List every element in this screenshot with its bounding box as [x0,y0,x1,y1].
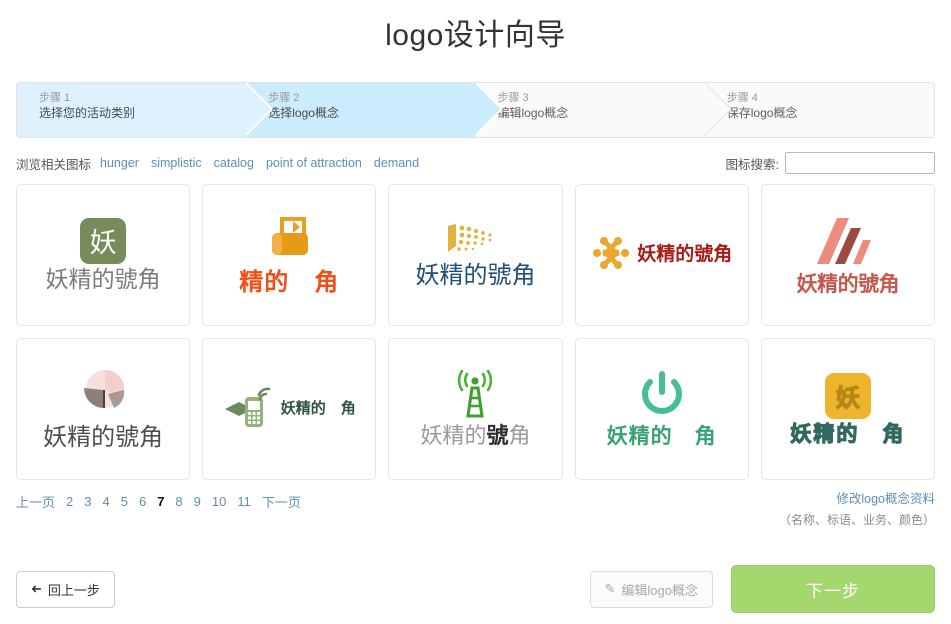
logo-brand-text: 妖精的 角 [790,421,906,446]
mobile-mail-icon [223,385,275,434]
logo-brand-text: 妖精的 角 [280,399,356,418]
logo-card-6[interactable]: 妖精的號角 [16,338,191,480]
shopping-bag-icon [260,215,318,270]
pagination: 上一页 2 3 4 5 6 7 8 9 10 11 下一页 [16,490,312,511]
back-button-label: 回上一步 [47,582,100,598]
pencil-icon: ✎ [604,581,616,596]
pagination-page-5[interactable]: 5 [121,494,128,509]
pagination-next[interactable]: 下一页 [262,492,301,511]
pagination-page-11[interactable]: 11 [237,494,251,509]
back-button[interactable]: ➜ 回上一步 [16,570,115,608]
logo-brand-text-part2: 角 [508,423,531,449]
step-number: 步骤 2 [268,92,300,104]
tag-link-point-of-attraction[interactable]: point of attraction [266,156,362,170]
logo-brand-text-part1: 妖精的 [420,423,487,449]
footer-actions: ➜ 回上一步 ✎ 编辑logo概念 下一步 [0,564,951,614]
pagination-page-2[interactable]: 2 [66,494,73,509]
knot-icon [591,233,631,278]
logo-brand-text: 妖精的號角 [420,425,530,448]
pagination-page-10[interactable]: 10 [212,494,226,509]
pagination-prev[interactable]: 上一页 [16,492,55,511]
logo-concept-grid: 妖 妖精的號角 精的 角 妖精的號角 妖精的號角 妖精的號角 妖精的號角 妖精的… [16,184,935,480]
step-label: 选择您的活动类别 [39,106,136,120]
step-item-4[interactable]: 步骤 4 保存logo概念 [704,83,934,137]
modify-concept-link[interactable]: 修改logo概念资料 [779,490,935,508]
icon-search-input[interactable] [785,152,935,174]
logo-card-4[interactable]: 妖精的號角 [574,184,749,326]
logo-brand-text: 妖精的號角 [415,260,536,289]
step-progress-bar: 步骤 1 选择您的活动类别 步骤 2 选择logo概念 步骤 3 编辑logo概… [16,82,935,138]
pagination-page-4[interactable]: 4 [102,494,109,509]
step-item-1[interactable]: 步骤 1 选择您的活动类别 [17,83,273,137]
step-item-3[interactable]: 步骤 3 编辑logo概念 [475,83,731,137]
logo-card-2[interactable]: 精的 角 [202,184,377,326]
logo-card-7[interactable]: 妖精的 角 [202,338,377,480]
logo-card-5[interactable]: 妖精的號角 [760,184,935,326]
tag-link-catalog[interactable]: catalog [214,156,254,170]
logo-card-3[interactable]: 妖精的號角 [388,184,563,326]
logo-card-8[interactable]: 妖精的號角 [388,338,563,480]
step-number: 步骤 4 [726,92,758,104]
next-button[interactable]: 下一步 [731,565,935,613]
icon-search-label: 图标搜索: [725,157,779,172]
logo-brand-text-bold: 號 [486,423,509,449]
pagination-page-8[interactable]: 8 [175,494,182,509]
pagination-page-3[interactable]: 3 [84,494,91,509]
page-title: logo设计向导 [385,19,566,52]
tags-label: 浏览相关图标 [16,157,92,172]
step-label: 保存logo概念 [726,106,798,120]
step-number: 步骤 3 [497,92,529,104]
tag-link-hunger[interactable]: hunger [100,156,139,170]
modify-concept-block: 修改logo概念资料 （名称、标语、业务、颜色） [779,490,935,531]
icon-search: 图标搜索: [726,152,935,174]
pagination-row: 上一页 2 3 4 5 6 7 8 9 10 11 下一页 修改logo概念资料… [16,490,935,532]
pagination-page-6[interactable]: 6 [139,494,146,509]
edit-concept-label: 编辑logo概念 [621,582,698,598]
pie-chart-icon [72,368,134,425]
pagination-page-9[interactable]: 9 [194,494,201,509]
radio-tower-icon [445,369,505,425]
browse-toolbar: 浏览相关图标 hunger simplistic catalog point o… [16,150,935,176]
modify-concept-sub: （名称、标语、业务、颜色） [778,513,935,528]
badge-amber-yao-icon: 妖 [824,372,871,419]
logo-brand-text: 妖精的號角 [43,422,164,451]
logo-card-9[interactable]: 妖精的 角 [574,338,749,480]
step-label: 编辑logo概念 [497,106,569,120]
arrow-left-icon: ➜ [31,581,42,596]
tag-link-demand[interactable]: demand [374,156,419,170]
logo-brand-text: 妖精的號角 [637,243,733,266]
power-button-icon [636,370,688,425]
logo-brand-text: 妖精的號角 [45,266,161,293]
tag-link-simplistic[interactable]: simplistic [151,156,202,170]
tag-list: 浏览相关图标 hunger simplistic catalog point o… [16,154,431,173]
step-item-2[interactable]: 步骤 2 选择logo概念 [246,83,502,137]
logo-brand-text: 妖精的 角 [606,424,717,449]
logo-brand-text: 精的 角 [239,267,340,296]
logo-card-10[interactable]: 妖 妖精的 角 [760,338,935,480]
logo-brand-text: 妖精的號角 [796,272,900,297]
edit-concept-button[interactable]: ✎ 编辑logo概念 [589,570,713,608]
logo-card-1[interactable]: 妖 妖精的號角 [16,184,191,326]
dotted-flag-icon [442,222,508,263]
triangle-strokes-icon [813,214,883,273]
pagination-page-current: 7 [157,494,165,509]
step-label: 选择logo概念 [268,106,339,120]
step-number: 步骤 1 [39,92,71,104]
badge-green-yao-icon: 妖 [80,217,127,264]
